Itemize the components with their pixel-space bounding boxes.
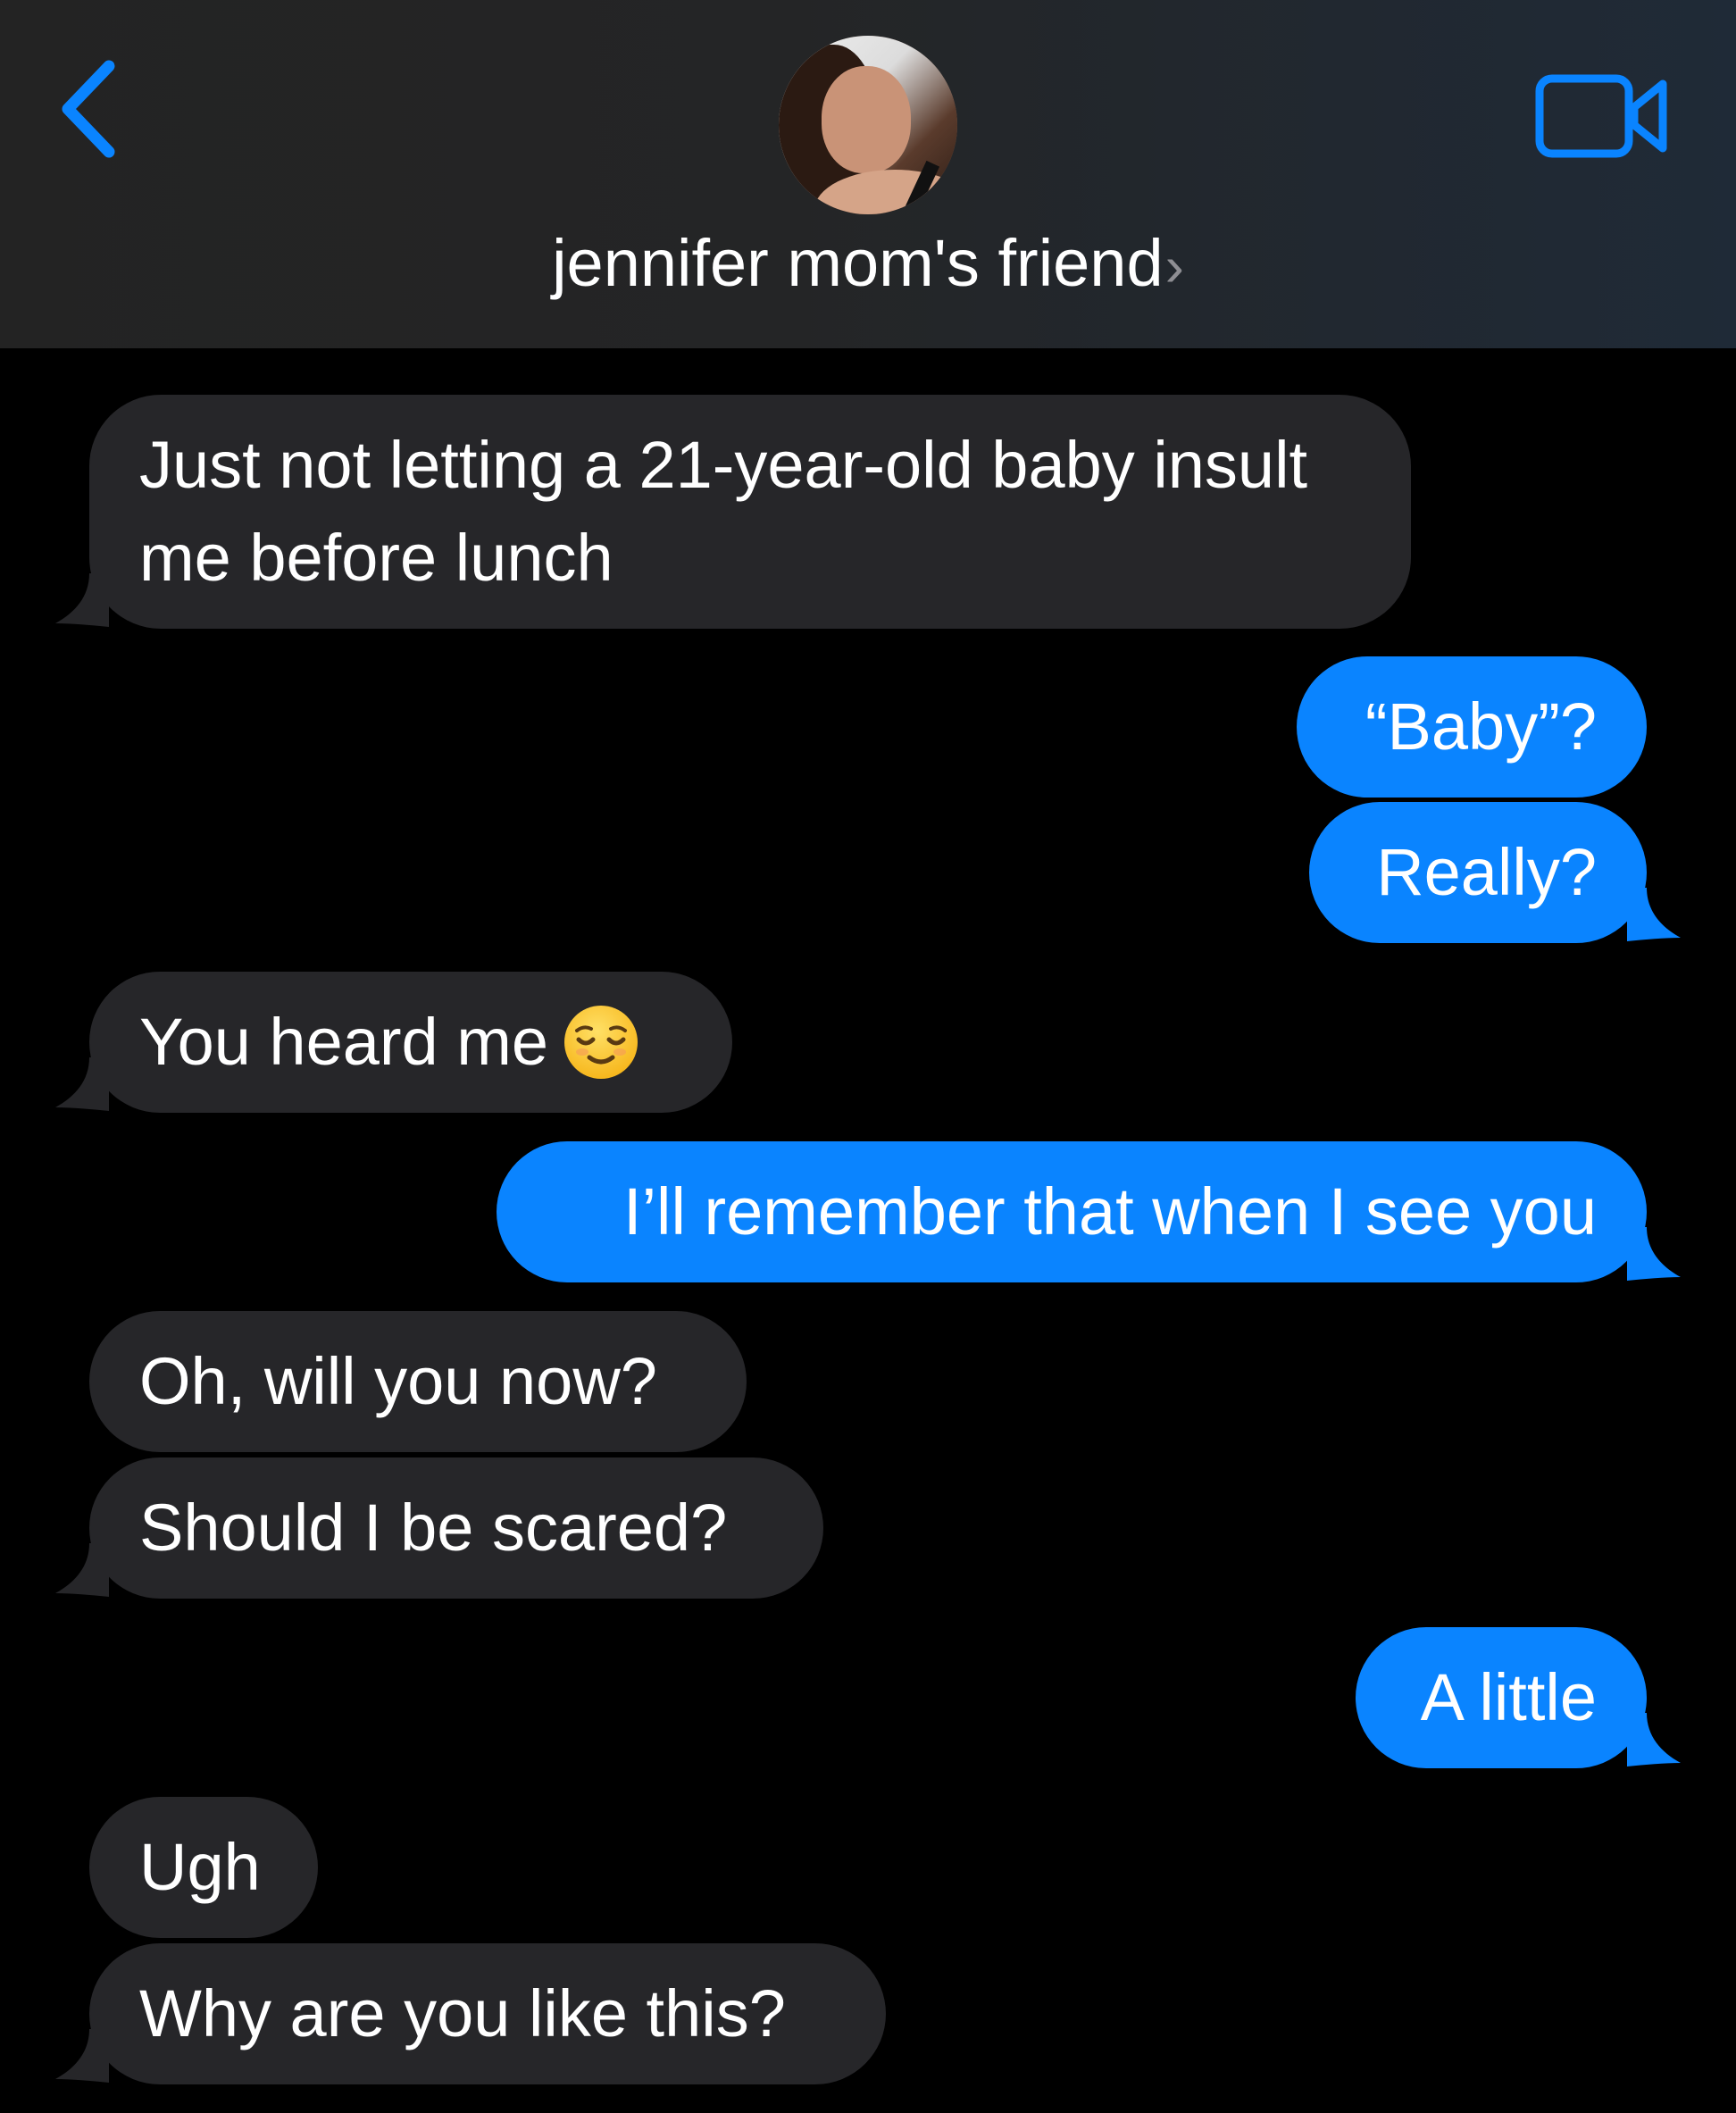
message-text: I’ll remember that when I see you bbox=[623, 1174, 1597, 1249]
message-received[interactable]: Oh, will you now? bbox=[89, 1311, 747, 1452]
bubble-tail bbox=[1627, 888, 1681, 941]
message-thread[interactable]: Just not letting a 21-year-old baby insu… bbox=[0, 0, 1736, 2113]
message-text: Oh, will you now? bbox=[139, 1344, 657, 1418]
message-sent[interactable]: Really? bbox=[1309, 802, 1647, 943]
message-text: “Baby”? bbox=[1365, 689, 1597, 764]
message-received[interactable]: Just not letting a 21-year-old baby insu… bbox=[89, 395, 1411, 629]
relieved-face-emoji bbox=[564, 1006, 638, 1079]
message-text: Really? bbox=[1376, 835, 1597, 909]
message-text: A little bbox=[1420, 1660, 1597, 1734]
message-text: Why are you like this? bbox=[139, 1976, 786, 2050]
message-text: Just not letting a 21-year-old baby insu… bbox=[139, 428, 1308, 595]
message-received[interactable]: You heard me bbox=[89, 972, 732, 1113]
bubble-tail bbox=[1627, 1227, 1681, 1281]
message-received[interactable]: Should I be scared? bbox=[89, 1457, 823, 1599]
bubble-tail bbox=[55, 1543, 109, 1597]
bubble-tail bbox=[55, 2029, 109, 2083]
message-text: You heard me bbox=[139, 1005, 549, 1079]
bubble-tail bbox=[55, 573, 109, 627]
bubble-tail bbox=[55, 1057, 109, 1111]
message-text: Should I be scared? bbox=[139, 1491, 728, 1565]
bubble-tail bbox=[1627, 1713, 1681, 1766]
message-sent[interactable]: “Baby”? bbox=[1297, 656, 1647, 798]
message-sent[interactable]: I’ll remember that when I see you bbox=[497, 1141, 1647, 1282]
message-received[interactable]: Why are you like this? bbox=[89, 1943, 886, 2084]
message-received[interactable]: Ugh bbox=[89, 1797, 318, 1938]
message-text: Ugh bbox=[139, 1830, 261, 1904]
message-sent[interactable]: A little bbox=[1356, 1627, 1647, 1768]
